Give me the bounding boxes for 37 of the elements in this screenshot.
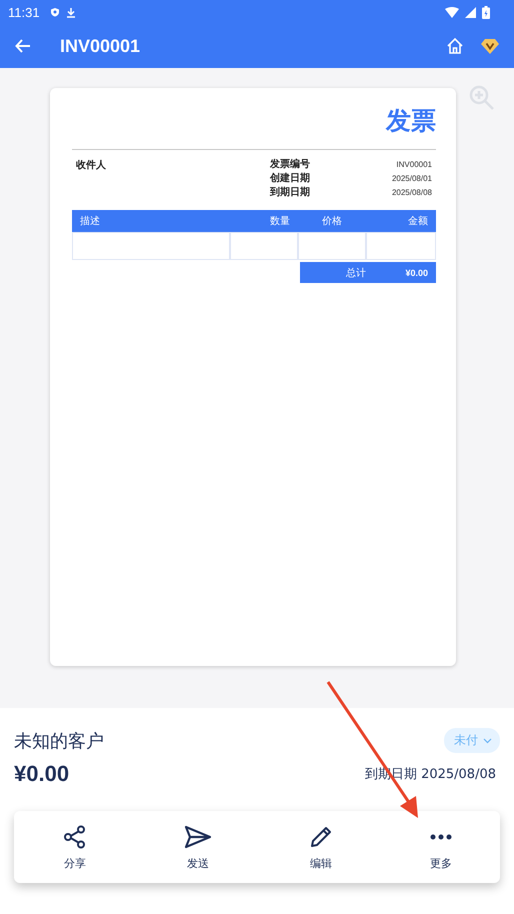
recipient-label: 收件人 xyxy=(76,158,106,173)
more-icon xyxy=(430,834,452,840)
total-label: 总计 xyxy=(346,266,366,280)
home-icon xyxy=(446,37,464,55)
amount-due: ¥0.00 xyxy=(14,761,70,787)
client-name: 未知的客户 xyxy=(14,730,104,752)
column-header: 描述 xyxy=(79,214,101,228)
send-icon xyxy=(184,824,212,850)
shield-icon xyxy=(50,7,60,17)
action-button[interactable]: 更多 xyxy=(410,820,472,874)
total-value: ¥0.00 xyxy=(405,268,428,278)
status-time: 11:31 xyxy=(8,4,40,20)
table-cell xyxy=(366,232,436,260)
download-icon xyxy=(66,6,76,18)
screen-title: INV00001 xyxy=(60,36,140,56)
meta-value: INV00001 xyxy=(396,159,433,171)
diamond-icon xyxy=(480,37,500,55)
meta-label: 到期日期 xyxy=(270,186,310,200)
signal-icon xyxy=(465,6,476,18)
invoice-heading: 发票 xyxy=(384,108,436,133)
action-button[interactable]: 分享 xyxy=(42,820,108,874)
chevron-down-icon xyxy=(483,738,492,744)
action-button[interactable]: 发送 xyxy=(164,820,232,874)
table-cell xyxy=(298,232,366,260)
column-header: 数量 xyxy=(269,215,291,228)
meta-value: 2025/08/08 xyxy=(392,187,433,199)
meta-value: 2025/08/01 xyxy=(392,173,433,185)
back-arrow-icon xyxy=(14,37,32,55)
column-header: 价格 xyxy=(321,214,343,228)
action-button[interactable]: 编辑 xyxy=(288,820,354,874)
battery-icon xyxy=(482,6,490,18)
table-cell xyxy=(230,232,298,260)
share-icon xyxy=(62,824,88,850)
column-header: 金额 xyxy=(407,214,429,228)
meta-label: 创建日期 xyxy=(270,172,310,186)
meta-label: 发票编号 xyxy=(270,158,310,172)
wifi-icon xyxy=(445,6,459,18)
